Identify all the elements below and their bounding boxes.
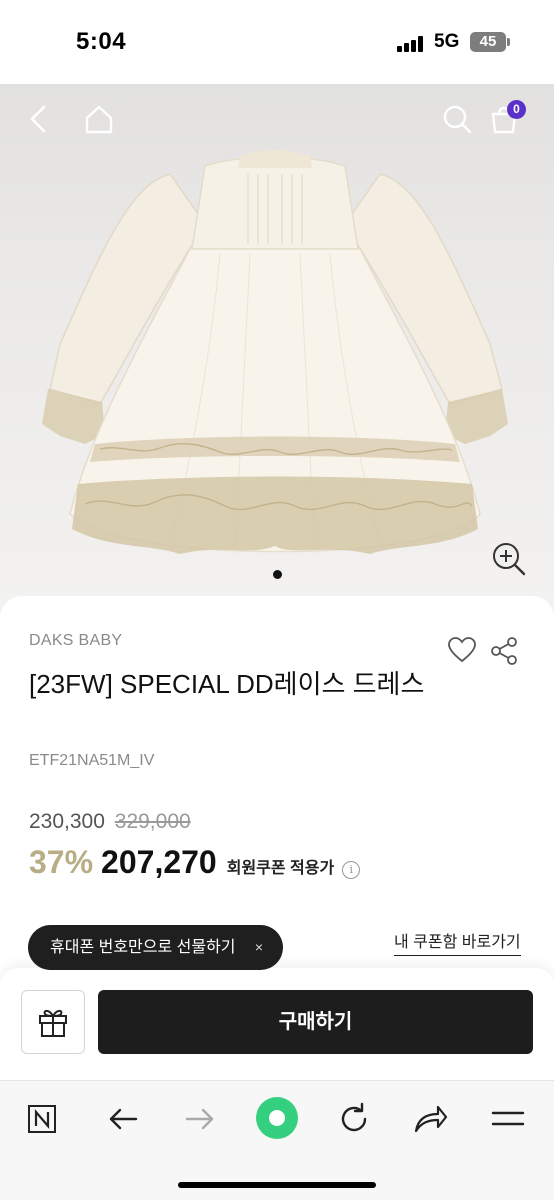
status-time: 5:04 <box>76 28 127 55</box>
share-arrow-icon[interactable] <box>410 1099 450 1139</box>
cellular-signal-icon <box>397 36 427 52</box>
heart-icon[interactable] <box>447 636 477 664</box>
info-icon[interactable]: i <box>342 861 361 879</box>
back-icon[interactable] <box>22 102 56 136</box>
carousel-indicator <box>0 566 554 584</box>
gift-toast-label: 휴대폰 번호만으로 선물하기 <box>50 939 236 956</box>
member-price-label: 회원쿠폰 적용가 <box>226 860 335 877</box>
battery-nub <box>507 38 510 46</box>
member-price-row: 37% 207,270 회원쿠폰 적용가 i <box>29 844 361 884</box>
product-image-carousel[interactable]: 0 <box>0 84 554 614</box>
home-indicator <box>178 1182 376 1188</box>
close-icon[interactable]: × <box>255 925 263 970</box>
product-title: [23FW] SPECIAL DD레이스 드레스 <box>29 669 425 699</box>
gift-by-phone-toast[interactable]: 휴대폰 번호만으로 선물하기 × <box>28 925 283 970</box>
gift-icon <box>39 1009 67 1037</box>
original-price: 329,000 <box>114 810 191 833</box>
gift-button[interactable] <box>21 990 85 1054</box>
status-bar: 5:04 5G 45 <box>0 0 554 84</box>
price-row: 230,300 329,000 <box>29 810 191 834</box>
battery-icon: 45 <box>470 32 506 52</box>
home-icon[interactable] <box>82 102 116 136</box>
menu-icon[interactable] <box>488 1099 528 1139</box>
dress-image <box>42 150 508 555</box>
product-sku: ETF21NA51M_IV <box>29 752 155 769</box>
reload-icon[interactable] <box>334 1099 374 1139</box>
search-icon[interactable] <box>440 102 474 136</box>
share-icon[interactable] <box>490 636 518 666</box>
sale-price: 230,300 <box>29 810 105 833</box>
my-coupons-link[interactable]: 내 쿠폰함 바로가기 <box>394 928 521 956</box>
discount-rate: 37% <box>29 844 94 880</box>
brand-name[interactable]: DAKS BABY <box>29 632 122 650</box>
purchase-bar: 구매하기 <box>0 968 554 1080</box>
carousel-dot-active <box>272 570 282 579</box>
green-dot-icon[interactable] <box>255 1096 299 1140</box>
back-arrow-icon[interactable] <box>103 1099 143 1139</box>
buy-button[interactable]: 구매하기 <box>98 990 533 1054</box>
network-type: 5G <box>434 31 460 52</box>
cart-count-badge: 0 <box>507 100 526 119</box>
member-price: 207,270 <box>101 844 217 880</box>
forward-arrow-icon[interactable] <box>180 1099 220 1139</box>
product-top-nav <box>0 84 554 152</box>
naver-n-icon[interactable] <box>22 1099 62 1139</box>
